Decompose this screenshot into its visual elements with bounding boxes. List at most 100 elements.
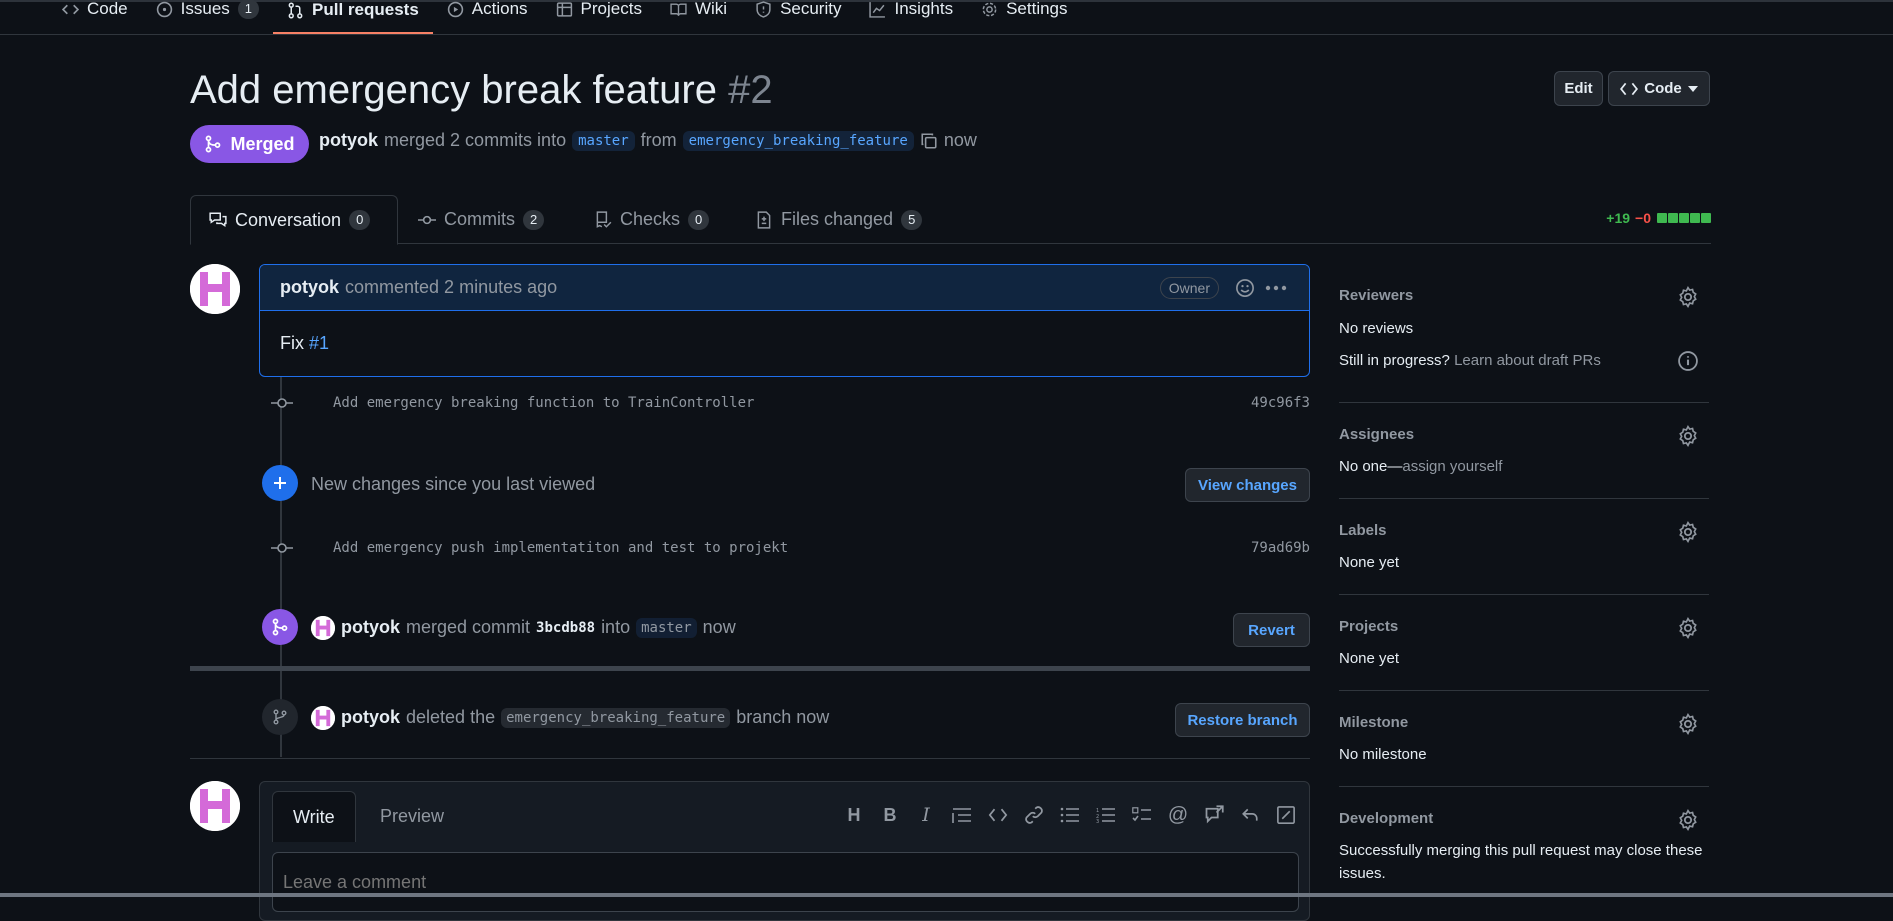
- sidebar-heading[interactable]: Projects: [1339, 618, 1398, 635]
- issues-counter: 1: [237, 0, 260, 19]
- sidebar-heading[interactable]: Assignees: [1339, 426, 1414, 443]
- tab-checks[interactable]: Checks 0: [576, 195, 727, 244]
- head-branch[interactable]: emergency_breaking_feature: [682, 130, 914, 151]
- author-link[interactable]: potyok: [341, 617, 400, 638]
- tab-conversation[interactable]: Conversation 0: [190, 195, 398, 245]
- comment-body: Fix #1: [280, 333, 330, 353]
- commit-icon: [271, 398, 293, 408]
- assign-yourself-link[interactable]: assign yourself: [1402, 458, 1502, 475]
- gear-icon[interactable]: [1677, 809, 1699, 831]
- tab-pull-requests[interactable]: Pull requests: [273, 0, 433, 34]
- window-bottom-edge: [0, 893, 1893, 897]
- merge-icon: [206, 135, 221, 153]
- commit-message-link[interactable]: Add emergency breaking function to Train…: [333, 395, 754, 411]
- sidebar-heading[interactable]: Labels: [1339, 522, 1387, 539]
- cross-reference-icon[interactable]: [1203, 804, 1225, 826]
- kebab-horizontal-icon[interactable]: [1265, 285, 1287, 291]
- tab-files-changed[interactable]: Files changed 5: [737, 195, 940, 244]
- edit-button[interactable]: Edit: [1554, 71, 1603, 106]
- pr-number: #2: [728, 68, 773, 112]
- table-icon: [556, 1, 572, 17]
- code-dropdown-button[interactable]: Code: [1608, 71, 1710, 106]
- avatar[interactable]: [311, 706, 335, 730]
- smiley-icon[interactable]: [1235, 278, 1255, 298]
- tab-preview[interactable]: Preview: [360, 791, 464, 841]
- fullscreen-icon[interactable]: [1275, 804, 1297, 826]
- unordered-list-icon[interactable]: [1059, 804, 1081, 826]
- ordered-list-icon[interactable]: 123: [1095, 804, 1117, 826]
- base-branch[interactable]: master: [572, 130, 635, 151]
- merge-commit-sha[interactable]: 3bcdb88: [536, 620, 595, 636]
- comment-author[interactable]: potyok: [280, 277, 339, 298]
- caret-down-icon: [1687, 85, 1698, 92]
- restore-branch-button[interactable]: Restore branch: [1175, 703, 1310, 737]
- tab-issues[interactable]: Issues 1: [142, 0, 273, 24]
- quote-icon[interactable]: [951, 804, 973, 826]
- tab-write[interactable]: Write: [272, 791, 356, 842]
- owner-badge: Owner: [1159, 277, 1219, 299]
- code-icon[interactable]: [987, 804, 1009, 826]
- sidebar-heading[interactable]: Reviewers: [1339, 287, 1413, 304]
- sidebar-labels: Labels None yet: [1339, 499, 1709, 595]
- copy-icon[interactable]: [920, 132, 938, 150]
- gear-icon[interactable]: [1677, 286, 1699, 308]
- tab-actions[interactable]: Actions: [433, 0, 542, 24]
- svg-text:3: 3: [1096, 819, 1099, 823]
- author-link[interactable]: potyok: [319, 130, 378, 151]
- merge-time: now: [943, 130, 977, 150]
- italic-icon[interactable]: I: [915, 804, 937, 826]
- diffstat: +19 −0: [1606, 210, 1711, 226]
- commit-sha-link[interactable]: 49c96f3: [1251, 395, 1310, 411]
- commit-row: Add emergency breaking function to Train…: [267, 388, 1310, 418]
- reply-icon[interactable]: [1239, 804, 1261, 826]
- task-list-icon[interactable]: [1131, 804, 1153, 826]
- revert-button[interactable]: Revert: [1233, 613, 1310, 647]
- sidebar-milestone: Milestone No milestone: [1339, 691, 1709, 787]
- draft-link[interactable]: Learn about draft PRs: [1454, 352, 1601, 369]
- avatar[interactable]: [311, 616, 335, 640]
- tab-settings[interactable]: Settings: [967, 0, 1081, 24]
- avatar[interactable]: [190, 264, 240, 314]
- commit-sha-link[interactable]: 79ad69b: [1251, 540, 1310, 556]
- comment-input[interactable]: [272, 852, 1299, 912]
- author-link[interactable]: potyok: [341, 707, 400, 728]
- commit-icon: [418, 215, 436, 224]
- timeline-divider: [190, 666, 1310, 671]
- tab-commits[interactable]: Commits 2: [400, 195, 562, 244]
- markdown-toolbar: H B I 123 @: [843, 804, 1297, 826]
- base-branch[interactable]: master: [636, 617, 697, 638]
- issue-link[interactable]: #1: [309, 333, 329, 353]
- tab-insights[interactable]: Insights: [855, 0, 967, 24]
- gear-icon[interactable]: [1677, 617, 1699, 639]
- play-icon: [447, 1, 463, 17]
- bold-icon[interactable]: B: [879, 804, 901, 826]
- gear-icon[interactable]: [1677, 713, 1699, 735]
- mention-icon[interactable]: @: [1167, 804, 1189, 826]
- delete-branch-event: potyok deleted the emergency_breaking_fe…: [341, 707, 830, 728]
- code-icon: [1620, 82, 1639, 95]
- link-icon[interactable]: [1023, 804, 1045, 826]
- commit-row: Add emergency push implementatiton and t…: [267, 533, 1310, 563]
- heading-icon[interactable]: H: [843, 804, 865, 826]
- additions-count: +19: [1606, 210, 1631, 226]
- tab-projects[interactable]: Projects: [542, 0, 656, 24]
- pr-meta: potyok merged 2 commits into master from…: [319, 130, 977, 151]
- tab-wiki[interactable]: Wiki: [656, 0, 741, 24]
- sidebar-projects: Projects None yet: [1339, 595, 1709, 691]
- gear-icon[interactable]: [1677, 425, 1699, 447]
- comment-discussion-icon: [209, 212, 227, 227]
- avatar[interactable]: [190, 781, 240, 831]
- view-changes-button[interactable]: View changes: [1185, 468, 1310, 502]
- deleted-branch: emergency_breaking_feature: [501, 707, 731, 728]
- sidebar-heading[interactable]: Development: [1339, 810, 1433, 827]
- commit-message-link[interactable]: Add emergency push implementatiton and t…: [333, 540, 788, 556]
- info-icon[interactable]: [1677, 350, 1699, 372]
- gear-icon: [982, 2, 997, 16]
- gear-icon[interactable]: [1677, 521, 1699, 543]
- timeline-divider: [190, 758, 1310, 759]
- new-changes-text: New changes since you last viewed: [311, 474, 596, 494]
- tab-security[interactable]: Security: [741, 0, 855, 24]
- sidebar-heading[interactable]: Milestone: [1339, 714, 1408, 731]
- pull-request-icon: [288, 2, 303, 18]
- tab-code[interactable]: Code: [48, 0, 142, 24]
